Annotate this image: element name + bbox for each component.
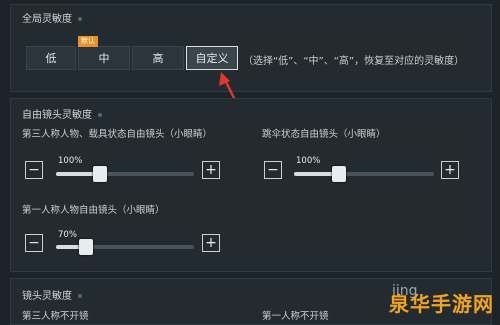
minus-button[interactable]: − (25, 161, 43, 179)
slider-parachute[interactable] (294, 166, 434, 182)
plus-button[interactable]: + (441, 161, 459, 179)
slider-third-person[interactable] (56, 166, 194, 182)
minus-button[interactable]: − (25, 234, 43, 252)
plus-button[interactable]: + (202, 161, 220, 179)
lens-title: 镜头灵敏度 (22, 287, 82, 302)
slider-value-text: 70% (58, 230, 77, 240)
slider-first-person[interactable] (56, 239, 194, 255)
lens-third-person-label: 第三人称不开镜 (22, 311, 89, 322)
lens-first-person-label: 第一人称不开镜 (262, 311, 329, 322)
minus-button[interactable]: − (264, 161, 282, 179)
slider-knob[interactable] (93, 166, 107, 182)
slider-parachute-label: 跳伞状态自由镜头（小眼睛） (262, 129, 386, 140)
slider-knob[interactable] (79, 239, 93, 255)
site-watermark: 泉华手游网 (389, 292, 494, 316)
slider-value-text: 100% (58, 156, 83, 166)
plus-button[interactable]: + (202, 234, 220, 252)
slider-knob[interactable] (332, 166, 346, 182)
slider-first-person-label: 第一人称人物自由镜头（小眼睛） (22, 205, 165, 216)
slider-value-text: 100% (296, 156, 321, 166)
free-cam-title: 自由镜头灵敏度 (22, 106, 102, 121)
slider-third-person-label: 第三人称人物、载具状态自由镜头（小眼睛） (22, 129, 213, 140)
